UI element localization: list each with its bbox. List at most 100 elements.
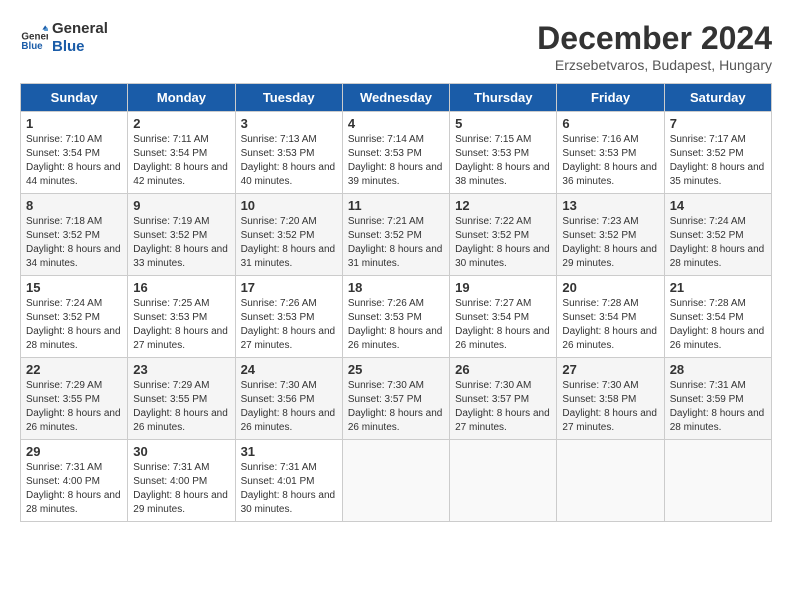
calendar-cell xyxy=(342,440,449,522)
day-info: Sunrise: 7:11 AMSunset: 3:54 PMDaylight:… xyxy=(133,133,229,189)
calendar-cell: 23 Sunrise: 7:29 AMSunset: 3:55 PMDayligh… xyxy=(128,358,235,440)
day-number: 1 xyxy=(26,116,122,131)
day-info: Sunrise: 7:10 AMSunset: 3:54 PMDaylight:… xyxy=(26,133,122,189)
logo-line2: Blue xyxy=(52,38,108,56)
day-info: Sunrise: 7:19 AMSunset: 3:52 PMDaylight:… xyxy=(133,215,229,271)
calendar-cell: 21 Sunrise: 7:28 AMSunset: 3:54 PMDayligh… xyxy=(664,276,771,358)
day-number: 17 xyxy=(241,280,337,295)
calendar-cell: 25Sunrise: 7:30 AMSunset: 3:57 PMDayligh… xyxy=(342,358,449,440)
calendar-cell: 10Sunrise: 7:20 AMSunset: 3:52 PMDayligh… xyxy=(235,194,342,276)
day-number: 8 xyxy=(26,198,122,213)
day-number: 23 xyxy=(133,362,229,377)
day-header-saturday: Saturday xyxy=(664,84,771,112)
day-info: Sunrise: 7:30 AMSunset: 3:57 PMDaylight:… xyxy=(348,379,444,435)
calendar-cell: 28 Sunrise: 7:31 AMSunset: 3:59 PMDayligh… xyxy=(664,358,771,440)
day-number: 29 xyxy=(26,444,122,459)
calendar-cell: 27 Sunrise: 7:30 AMSunset: 3:58 PMDayligh… xyxy=(557,358,664,440)
calendar-cell: 4 Sunrise: 7:14 AMSunset: 3:53 PMDaylight… xyxy=(342,112,449,194)
calendar-cell: 22Sunrise: 7:29 AMSunset: 3:55 PMDayligh… xyxy=(21,358,128,440)
svg-text:Blue: Blue xyxy=(21,41,43,52)
title-area: December 2024 Erzsebetvaros, Budapest, H… xyxy=(537,20,772,73)
day-info: Sunrise: 7:13 AMSunset: 3:53 PMDaylight:… xyxy=(241,133,337,189)
calendar-cell: 5 Sunrise: 7:15 AMSunset: 3:53 PMDaylight… xyxy=(450,112,557,194)
day-number: 4 xyxy=(348,116,444,131)
day-info: Sunrise: 7:22 AMSunset: 3:52 PMDaylight:… xyxy=(455,215,551,271)
day-number: 28 xyxy=(670,362,766,377)
calendar-cell xyxy=(450,440,557,522)
day-number: 10 xyxy=(241,198,337,213)
calendar-table: SundayMondayTuesdayWednesdayThursdayFrid… xyxy=(20,83,772,522)
calendar-cell: 3 Sunrise: 7:13 AMSunset: 3:53 PMDaylight… xyxy=(235,112,342,194)
day-number: 14 xyxy=(670,198,766,213)
calendar-cell: 12 Sunrise: 7:22 AMSunset: 3:52 PMDayligh… xyxy=(450,194,557,276)
day-info: Sunrise: 7:29 AMSunset: 3:55 PMDaylight:… xyxy=(133,379,229,435)
day-info: Sunrise: 7:26 AMSunset: 3:53 PMDaylight:… xyxy=(348,297,444,353)
day-info: Sunrise: 7:15 AMSunset: 3:53 PMDaylight:… xyxy=(455,133,551,189)
day-number: 18 xyxy=(348,280,444,295)
calendar-cell: 31 Sunrise: 7:31 AMSunset: 4:01 PMDayligh… xyxy=(235,440,342,522)
day-number: 5 xyxy=(455,116,551,131)
day-header-friday: Friday xyxy=(557,84,664,112)
calendar-cell: 30 Sunrise: 7:31 AMSunset: 4:00 PMDayligh… xyxy=(128,440,235,522)
day-info: Sunrise: 7:21 AMSunset: 3:52 PMDaylight:… xyxy=(348,215,444,271)
calendar-cell: 11 Sunrise: 7:21 AMSunset: 3:52 PMDayligh… xyxy=(342,194,449,276)
page-header: General Blue General Blue December 2024 … xyxy=(20,20,772,73)
day-number: 30 xyxy=(133,444,229,459)
day-number: 24 xyxy=(241,362,337,377)
day-info: Sunrise: 7:25 AMSunset: 3:53 PMDaylight:… xyxy=(133,297,229,353)
day-info: Sunrise: 7:31 AMSunset: 4:00 PMDaylight:… xyxy=(26,461,122,517)
day-info: Sunrise: 7:26 AMSunset: 3:53 PMDaylight:… xyxy=(241,297,337,353)
calendar-cell xyxy=(664,440,771,522)
day-info: Sunrise: 7:29 AMSunset: 3:55 PMDaylight:… xyxy=(26,379,122,435)
day-number: 3 xyxy=(241,116,337,131)
calendar-cell: 8 Sunrise: 7:18 AMSunset: 3:52 PMDaylight… xyxy=(21,194,128,276)
calendar-cell: 24Sunrise: 7:30 AMSunset: 3:56 PMDayligh… xyxy=(235,358,342,440)
day-info: Sunrise: 7:30 AMSunset: 3:57 PMDaylight:… xyxy=(455,379,551,435)
day-number: 31 xyxy=(241,444,337,459)
calendar-cell: 9 Sunrise: 7:19 AMSunset: 3:52 PMDaylight… xyxy=(128,194,235,276)
logo: General Blue General Blue xyxy=(20,20,108,56)
calendar-cell: 15 Sunrise: 7:24 AMSunset: 3:52 PMDayligh… xyxy=(21,276,128,358)
day-number: 12 xyxy=(455,198,551,213)
day-number: 2 xyxy=(133,116,229,131)
day-info: Sunrise: 7:27 AMSunset: 3:54 PMDaylight:… xyxy=(455,297,551,353)
day-number: 11 xyxy=(348,198,444,213)
day-number: 9 xyxy=(133,198,229,213)
calendar-cell: 20 Sunrise: 7:28 AMSunset: 3:54 PMDayligh… xyxy=(557,276,664,358)
day-info: Sunrise: 7:16 AMSunset: 3:53 PMDaylight:… xyxy=(562,133,658,189)
day-info: Sunrise: 7:28 AMSunset: 3:54 PMDaylight:… xyxy=(562,297,658,353)
day-info: Sunrise: 7:28 AMSunset: 3:54 PMDaylight:… xyxy=(670,297,766,353)
day-number: 20 xyxy=(562,280,658,295)
day-number: 16 xyxy=(133,280,229,295)
day-info: Sunrise: 7:23 AMSunset: 3:52 PMDaylight:… xyxy=(562,215,658,271)
day-info: Sunrise: 7:14 AMSunset: 3:53 PMDaylight:… xyxy=(348,133,444,189)
calendar-cell: 14 Sunrise: 7:24 AMSunset: 3:52 PMDayligh… xyxy=(664,194,771,276)
day-info: Sunrise: 7:24 AMSunset: 3:52 PMDaylight:… xyxy=(670,215,766,271)
day-header-monday: Monday xyxy=(128,84,235,112)
calendar-cell: 26 Sunrise: 7:30 AMSunset: 3:57 PMDayligh… xyxy=(450,358,557,440)
day-info: Sunrise: 7:31 AMSunset: 4:00 PMDaylight:… xyxy=(133,461,229,517)
calendar-cell: 29 Sunrise: 7:31 AMSunset: 4:00 PMDayligh… xyxy=(21,440,128,522)
day-info: Sunrise: 7:24 AMSunset: 3:52 PMDaylight:… xyxy=(26,297,122,353)
day-number: 19 xyxy=(455,280,551,295)
month-title: December 2024 xyxy=(537,20,772,57)
calendar-cell: 6 Sunrise: 7:16 AMSunset: 3:53 PMDaylight… xyxy=(557,112,664,194)
day-header-tuesday: Tuesday xyxy=(235,84,342,112)
day-number: 27 xyxy=(562,362,658,377)
calendar-cell: 13 Sunrise: 7:23 AMSunset: 3:52 PMDayligh… xyxy=(557,194,664,276)
calendar-cell: 19 Sunrise: 7:27 AMSunset: 3:54 PMDayligh… xyxy=(450,276,557,358)
day-header-wednesday: Wednesday xyxy=(342,84,449,112)
day-number: 6 xyxy=(562,116,658,131)
day-number: 7 xyxy=(670,116,766,131)
day-header-sunday: Sunday xyxy=(21,84,128,112)
day-info: Sunrise: 7:31 AMSunset: 3:59 PMDaylight:… xyxy=(670,379,766,435)
day-number: 13 xyxy=(562,198,658,213)
day-info: Sunrise: 7:30 AMSunset: 3:58 PMDaylight:… xyxy=(562,379,658,435)
calendar-cell: 1 Sunrise: 7:10 AMSunset: 3:54 PMDaylight… xyxy=(21,112,128,194)
day-info: Sunrise: 7:31 AMSunset: 4:01 PMDaylight:… xyxy=(241,461,337,517)
day-number: 15 xyxy=(26,280,122,295)
day-number: 26 xyxy=(455,362,551,377)
day-number: 21 xyxy=(670,280,766,295)
day-info: Sunrise: 7:18 AMSunset: 3:52 PMDaylight:… xyxy=(26,215,122,271)
calendar-cell: 7Sunrise: 7:17 AMSunset: 3:52 PMDaylight… xyxy=(664,112,771,194)
